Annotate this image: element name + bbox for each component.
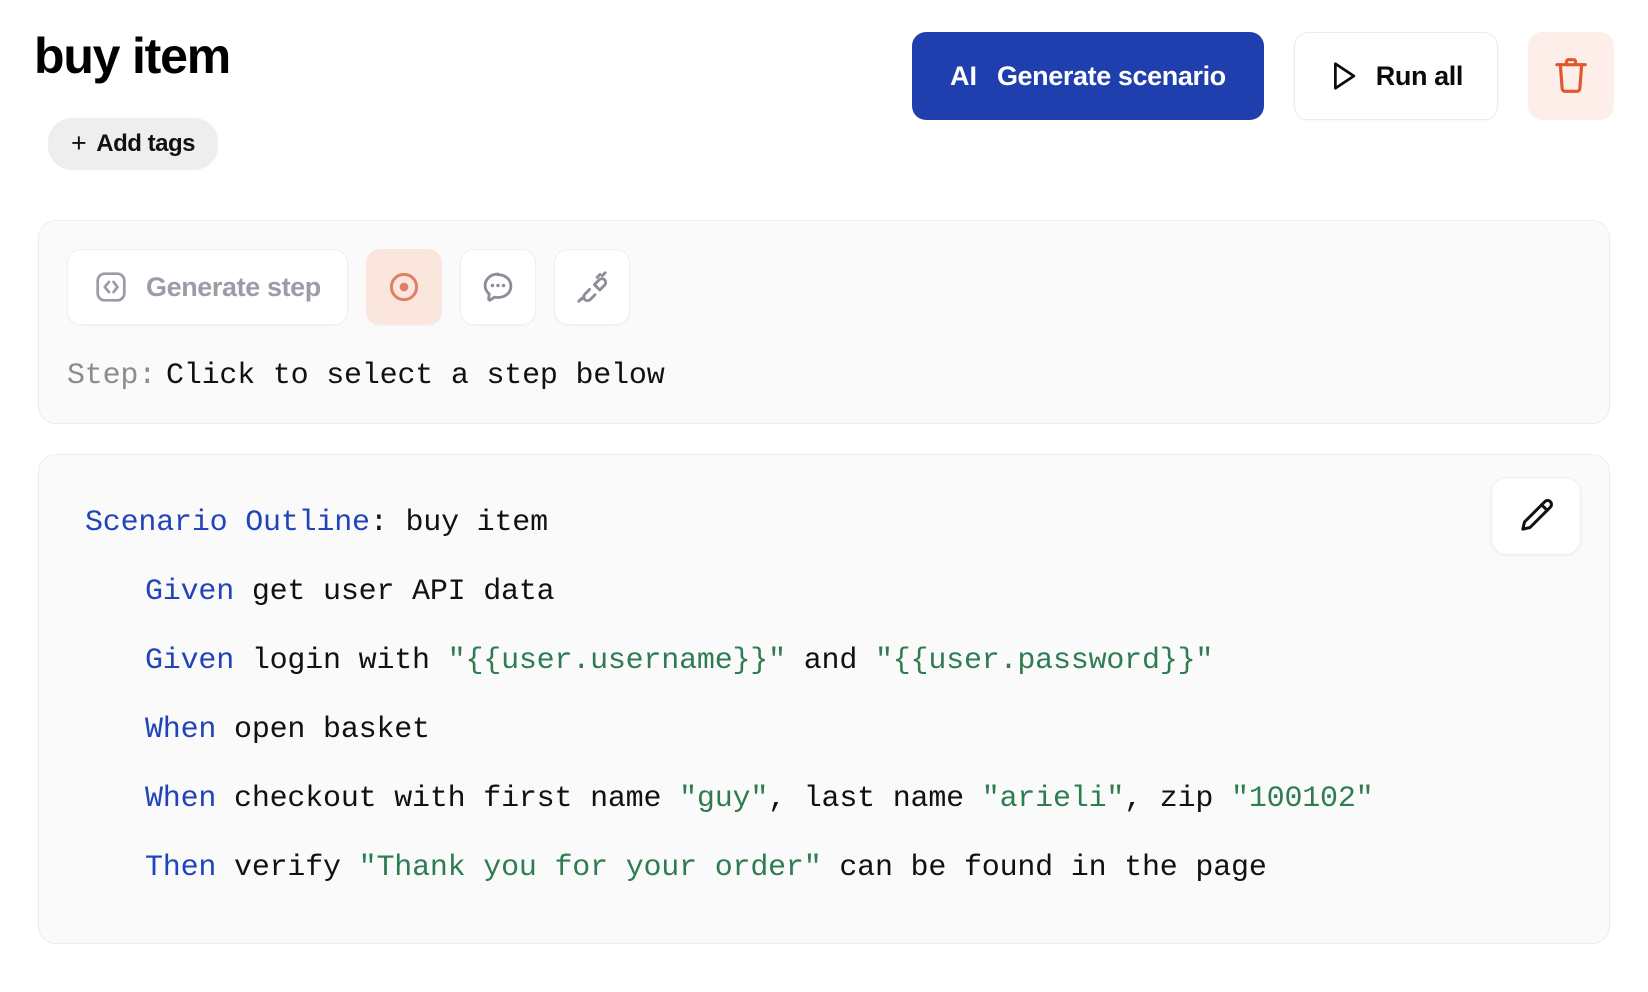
selected-step-line: Step: Click to select a step below <box>67 359 1581 393</box>
scenario-code-lines: Scenario Outline: buy item Given get user… <box>85 489 1569 903</box>
generate-step-label: Generate step <box>146 271 321 302</box>
scenario-line-token: verify <box>216 851 359 885</box>
chat-bubble-icon <box>480 269 516 305</box>
scenario-line[interactable]: When checkout with first name "guy", las… <box>85 765 1569 834</box>
plug-disconnect-icon <box>574 269 610 305</box>
plus-icon: + <box>71 127 87 158</box>
page-header: buy item AI Generate scenario Run all <box>34 0 1614 120</box>
scenario-line-token: When <box>145 713 217 747</box>
step-panel: Generate step Step: Click to select a st… <box>38 220 1610 424</box>
scenario-line-token: "arieli" <box>981 782 1125 816</box>
add-tags-button[interactable]: + Add tags <box>48 118 218 170</box>
ai-label: AI <box>949 60 977 91</box>
generate-step-button[interactable]: Generate step <box>67 249 348 325</box>
scenario-line[interactable]: Given login with "{{user.username}}" and… <box>85 627 1569 696</box>
scenario-line-token: : buy item <box>369 506 548 540</box>
scenario-line-token: When <box>145 782 217 816</box>
scenario-line[interactable]: Scenario Outline: buy item <box>85 489 1569 558</box>
scenario-line-token: "guy" <box>679 782 769 816</box>
step-toolbar: Generate step <box>67 249 1581 325</box>
run-all-label: Run all <box>1375 60 1464 91</box>
run-all-button[interactable]: Run all <box>1293 32 1498 120</box>
scenario-line[interactable]: Then verify "Thank you for your order" c… <box>85 834 1569 903</box>
add-tags-label: Add tags <box>96 130 195 157</box>
scenario-line[interactable]: When open basket <box>85 696 1569 765</box>
scenario-line-token: get user API data <box>234 575 555 609</box>
scenario-line-token: Scenario Outline <box>85 506 370 540</box>
scenario-line-token: open basket <box>216 713 430 747</box>
scenario-line-token: "{{user.username}}" <box>447 644 786 678</box>
scenario-line-token: "{{user.password}}" <box>874 644 1214 678</box>
code-brackets-icon <box>94 270 128 304</box>
scenario-line-token: Given <box>145 575 235 609</box>
step-value: Click to select a step below <box>166 359 665 393</box>
trash-icon <box>1551 54 1591 98</box>
page-title: buy item <box>34 28 231 84</box>
scenario-line-token: login with <box>234 644 448 678</box>
scenario-code-card: Scenario Outline: buy item Given get user… <box>38 454 1610 944</box>
scenario-line-token: , last name <box>768 782 982 816</box>
tags-row: + Add tags <box>34 118 1614 170</box>
generate-scenario-label: Generate scenario <box>996 60 1226 91</box>
generate-scenario-button[interactable]: AI Generate scenario <box>911 32 1264 120</box>
scenario-line-token: Given <box>145 644 235 678</box>
record-button[interactable] <box>365 249 442 325</box>
delete-button[interactable] <box>1528 32 1614 120</box>
edit-scenario-button[interactable] <box>1491 477 1581 555</box>
scenario-line-token: , zip <box>1124 782 1232 816</box>
step-label: Step: <box>67 359 157 393</box>
scenario-line-token: "100102" <box>1231 782 1374 816</box>
play-icon <box>1329 60 1359 92</box>
scenario-line-token: can be found in the page <box>821 851 1267 885</box>
pencil-icon <box>1516 496 1556 536</box>
scenario-line-token: Then <box>145 851 217 885</box>
disconnect-button[interactable] <box>553 249 630 325</box>
scenario-line-token: checkout with first name <box>216 782 680 816</box>
scenario-line[interactable]: Given get user API data <box>85 558 1569 627</box>
page-root: buy item AI Generate scenario Run all + … <box>0 0 1648 944</box>
comment-button[interactable] <box>459 249 536 325</box>
header-actions: AI Generate scenario Run all <box>911 18 1614 120</box>
record-icon <box>386 269 422 305</box>
scenario-line-token: "Thank you for your order" <box>358 851 822 885</box>
scenario-line-token: and <box>785 644 875 678</box>
